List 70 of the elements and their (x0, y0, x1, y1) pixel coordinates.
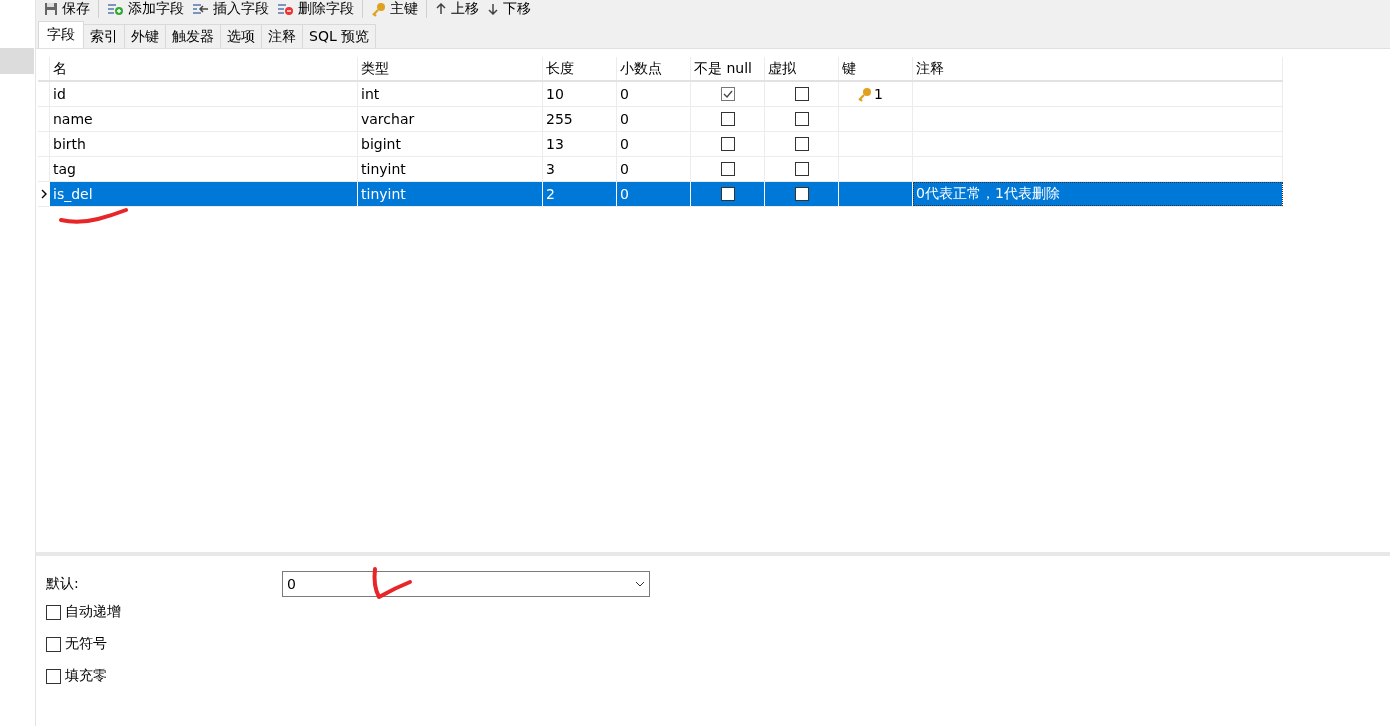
table-cell: tag (53, 161, 76, 177)
table-row[interactable]: id int 10 0 1 (38, 82, 1283, 107)
checkbox[interactable] (794, 187, 809, 201)
table-cell: 13 (546, 136, 564, 152)
field-label: 默认: (46, 575, 80, 593)
table-cell: 0 (620, 161, 629, 177)
checkbox[interactable] (794, 112, 809, 126)
annotation-stroke (58, 206, 130, 226)
checkbox[interactable] (794, 162, 809, 176)
table-cell: varchar (361, 111, 415, 127)
delete-button[interactable]: 删除字段 (273, 0, 358, 18)
checkbox[interactable] (46, 668, 61, 684)
column-header[interactable]: 长度 (543, 57, 617, 80)
checkbox[interactable] (46, 636, 61, 652)
checkbox[interactable] (720, 87, 735, 101)
table-cell: 0 (620, 111, 629, 127)
table-cell: bigint (361, 136, 401, 152)
list-remove-icon (277, 2, 294, 16)
key-icon (857, 86, 872, 102)
checkbox[interactable] (720, 112, 735, 126)
column-header[interactable]: 类型 (358, 57, 543, 80)
checkbox[interactable] (794, 137, 809, 151)
table-row[interactable]: name varchar 255 0 (38, 107, 1283, 132)
tab[interactable]: 字段 (38, 21, 84, 48)
column-header[interactable]: 小数点 (617, 57, 691, 80)
list-insert-icon (192, 2, 209, 16)
column-header[interactable]: 键 (839, 57, 913, 80)
table-cell: 255 (546, 111, 573, 127)
column-header[interactable]: 注释 (913, 57, 1283, 80)
chevron-down-icon (635, 581, 645, 587)
table-cell: birth (53, 136, 86, 152)
row-pointer-icon (41, 189, 47, 199)
default-dropdown[interactable]: 0 (282, 571, 650, 597)
checkbox[interactable] (46, 604, 61, 620)
add-button[interactable]: 添加字段 (103, 0, 188, 18)
table-cell: 0 (620, 86, 629, 102)
checkbox-label: 填充零 (65, 667, 107, 685)
column-header[interactable]: 名 (50, 57, 358, 80)
arrow-up-icon (435, 3, 447, 15)
key-button[interactable]: 主键 (367, 0, 422, 18)
table-cell: tinyint (361, 186, 406, 202)
table-cell: is_del (53, 186, 93, 202)
checkbox-label: 自动递增 (65, 603, 121, 621)
table-cell: 0 (620, 136, 629, 152)
table-cell: 2 (546, 186, 555, 202)
table-cell: id (53, 86, 66, 102)
list-add-icon (107, 2, 124, 16)
checkbox[interactable] (794, 87, 809, 101)
insert-button[interactable]: 插入字段 (188, 0, 273, 18)
table-cell: 0代表正常，1代表删除 (916, 185, 1060, 203)
column-header[interactable]: 不是 null (691, 57, 765, 80)
checkbox[interactable] (720, 162, 735, 176)
table-cell: 0 (620, 186, 629, 202)
table-row[interactable]: birth bigint 13 0 (38, 132, 1283, 157)
table-cell: 10 (546, 86, 564, 102)
table-cell: tinyint (361, 161, 406, 177)
table-cell: 1 (874, 86, 883, 102)
column-header[interactable]: 虚拟 (765, 57, 839, 80)
down-button[interactable]: 下移 (483, 0, 535, 18)
table-cell: 3 (546, 161, 555, 177)
key-icon (371, 1, 386, 17)
table-row[interactable]: is_del tinyint 2 0 0代表正常，1代表删除 (38, 182, 1283, 207)
table-cell: int (361, 86, 380, 102)
checkbox[interactable] (720, 137, 735, 151)
tab[interactable]: SQL 预览 (302, 24, 377, 48)
table-cell: name (53, 111, 93, 127)
arrow-down-icon (487, 3, 499, 15)
checkbox[interactable] (720, 187, 735, 201)
checkbox-label: 无符号 (65, 635, 107, 653)
up-button[interactable]: 上移 (431, 0, 483, 18)
